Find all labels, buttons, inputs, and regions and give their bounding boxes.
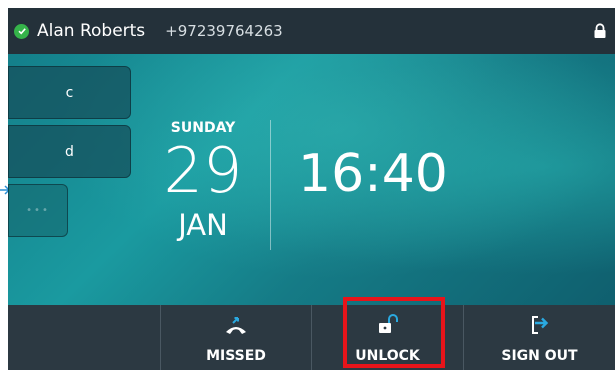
check-circle-icon <box>14 23 29 39</box>
sign-out-button[interactable]: SIGN OUT <box>463 305 615 370</box>
soft-key-empty <box>8 305 160 370</box>
sign-out-label: SIGN OUT <box>501 348 578 364</box>
home-screen: c d ••• SUNDAY 29 JAN 16:40 <box>8 54 615 305</box>
date-time-divider <box>270 120 271 250</box>
more-dots-icon: ••• <box>26 205 50 216</box>
screen: Alan Roberts +97239764263 c d ••• SUNDAY… <box>8 8 615 370</box>
more-line-keys-button[interactable]: ••• <box>8 184 68 237</box>
sign-out-icon <box>531 316 548 334</box>
padlock-icon <box>594 23 606 38</box>
highlight-box <box>343 297 445 368</box>
day-number: 29 <box>163 134 243 207</box>
soft-key-bar: MISSED UNLOCK SIGN OUT <box>8 305 615 370</box>
missed-call-icon <box>226 317 246 334</box>
line-key-c[interactable]: c <box>8 66 131 119</box>
phone-number: +97239764263 <box>165 22 283 40</box>
month: JAN <box>178 208 228 242</box>
missed-label: MISSED <box>206 348 266 364</box>
phone-display: Alan Roberts +97239764263 c d ••• SUNDAY… <box>0 0 615 370</box>
user-name: Alan Roberts <box>37 21 146 41</box>
line-key-d[interactable]: d <box>8 125 131 178</box>
line-key-label: c <box>65 84 74 101</box>
clock-time: 16:40 <box>298 144 448 204</box>
line-key-label: d <box>65 143 74 160</box>
status-bar: Alan Roberts +97239764263 <box>8 8 615 54</box>
missed-button[interactable]: MISSED <box>160 305 311 370</box>
